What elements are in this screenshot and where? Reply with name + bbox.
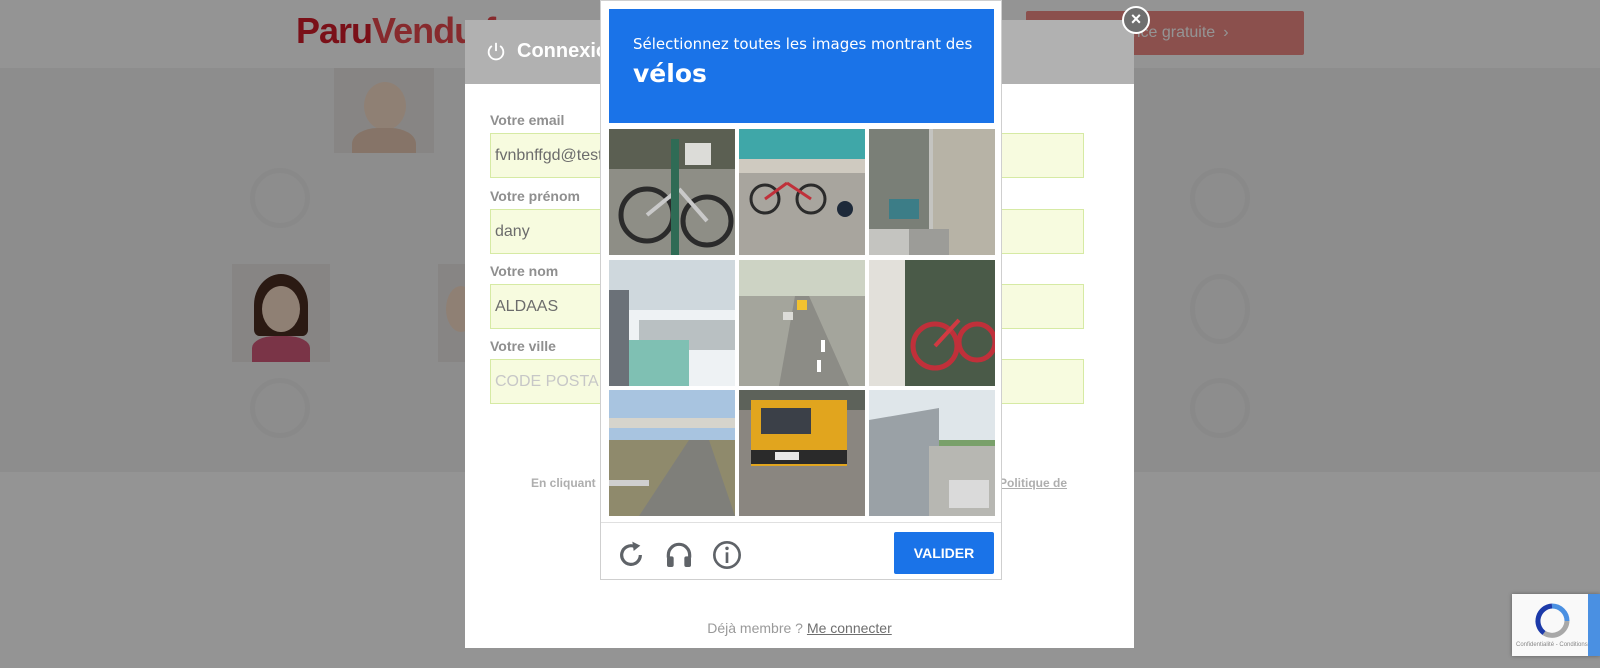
captcha-tile-6[interactable] bbox=[869, 260, 995, 386]
recaptcha-logo-icon bbox=[1535, 603, 1570, 638]
captcha-challenge: Sélectionnez toutes les images montrant … bbox=[600, 0, 1002, 580]
captcha-tile-1[interactable] bbox=[609, 129, 735, 255]
recaptcha-badge-tab bbox=[1588, 594, 1600, 656]
captcha-tile-9[interactable] bbox=[869, 390, 995, 516]
close-icon[interactable]: × bbox=[1122, 6, 1150, 34]
captcha-tile-3[interactable] bbox=[869, 129, 995, 255]
login-prompt-text: Déjà membre ? bbox=[707, 620, 803, 636]
captcha-tile-7[interactable] bbox=[609, 390, 735, 516]
captcha-tile-5[interactable] bbox=[739, 260, 865, 386]
verify-button[interactable]: VALIDER bbox=[894, 532, 994, 574]
login-link[interactable]: Me connecter bbox=[807, 620, 892, 636]
privacy-policy-link[interactable]: Politique de bbox=[999, 476, 1067, 490]
login-prompt: Déjà membre ? Me connecter bbox=[465, 620, 1134, 636]
email-label: Votre email bbox=[490, 112, 565, 128]
captcha-instruction-text: Sélectionnez toutes les images montrant … bbox=[633, 35, 973, 53]
captcha-tile-2[interactable] bbox=[739, 129, 865, 255]
recaptcha-legal[interactable]: Confidentialité - Conditions bbox=[1516, 642, 1588, 648]
firstname-label: Votre prénom bbox=[490, 188, 580, 204]
captcha-divider bbox=[601, 522, 1001, 523]
power-icon bbox=[487, 42, 505, 61]
reload-icon[interactable] bbox=[615, 539, 647, 571]
captcha-target-object: vélos bbox=[633, 59, 707, 88]
captcha-tile-4[interactable] bbox=[609, 260, 735, 386]
terms-text: En cliquant bbox=[531, 476, 596, 490]
lastname-label: Votre nom bbox=[490, 263, 559, 279]
captcha-tile-8[interactable] bbox=[739, 390, 865, 516]
city-label: Votre ville bbox=[490, 338, 556, 354]
captcha-instructions: Sélectionnez toutes les images montrant … bbox=[609, 9, 994, 123]
recaptcha-badge[interactable]: Confidentialité - Conditions bbox=[1512, 594, 1600, 656]
audio-icon[interactable] bbox=[663, 539, 695, 571]
info-icon[interactable] bbox=[711, 539, 743, 571]
